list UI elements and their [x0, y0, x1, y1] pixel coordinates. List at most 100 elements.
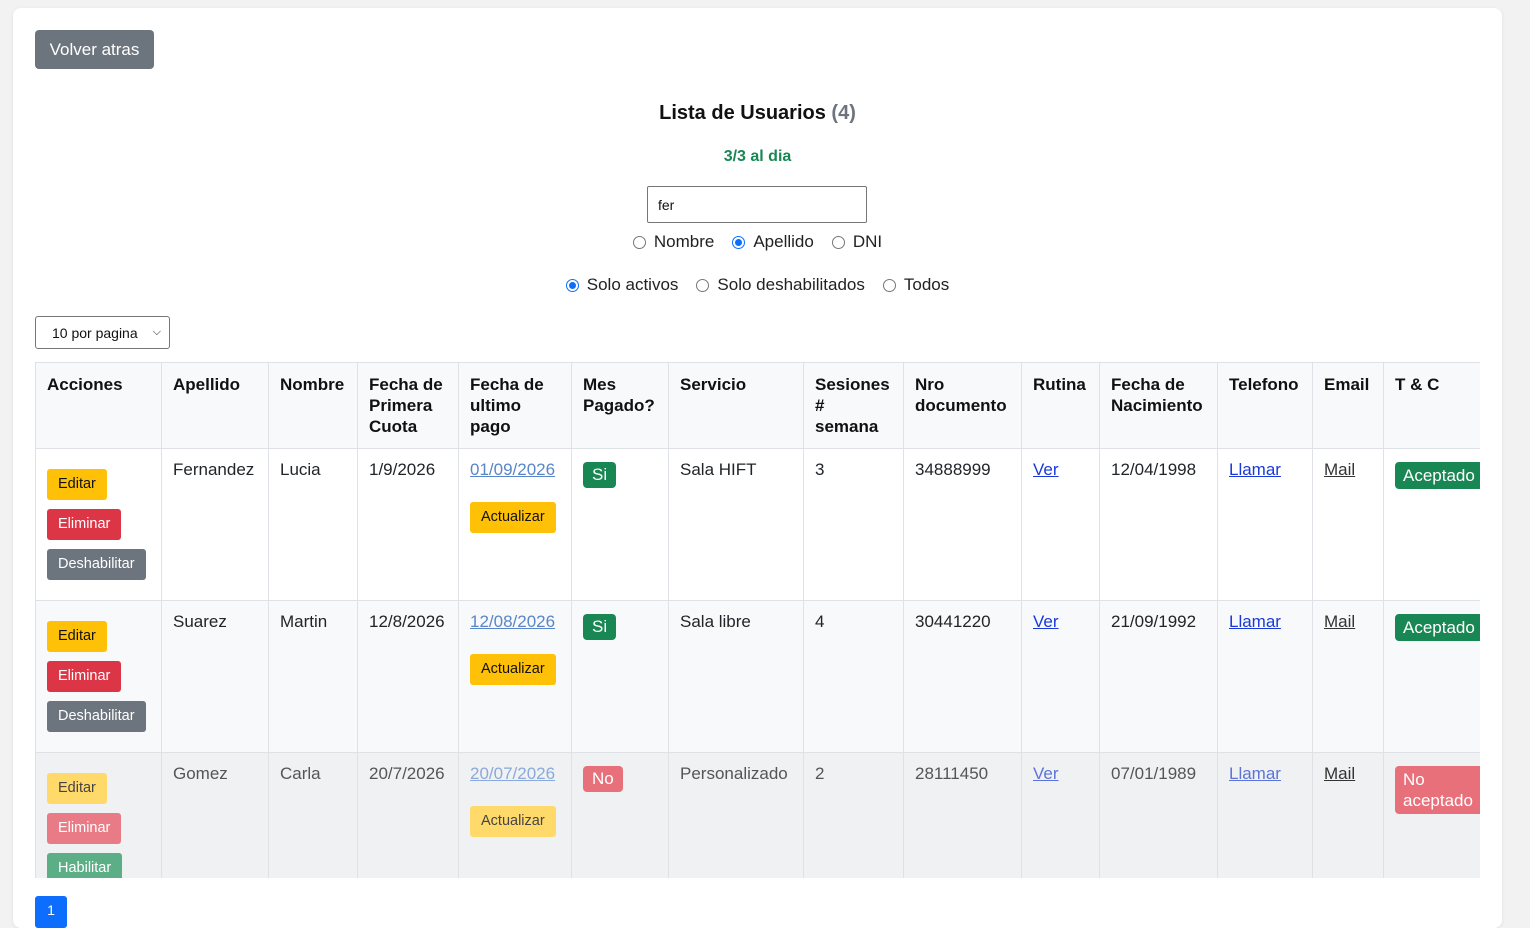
- update-payment-button[interactable]: Actualizar: [470, 502, 556, 533]
- cell-documento: 34888999: [903, 448, 1022, 601]
- radio-apellido[interactable]: [732, 235, 746, 249]
- col-nacimiento: Fecha de Nacimiento: [1099, 362, 1218, 449]
- tc-badge: Aceptado: [1395, 462, 1480, 489]
- filter-solo-activos[interactable]: Solo activos: [565, 275, 679, 295]
- search-by-nombre[interactable]: Nombre: [632, 232, 714, 252]
- call-link[interactable]: Llamar: [1229, 764, 1281, 783]
- table-row: Editar Eliminar Deshabilitar Fernandez L…: [35, 448, 1480, 601]
- cell-nacimiento: 12/04/1998: [1099, 448, 1218, 601]
- users-table: Acciones Apellido Nombre Fecha de Primer…: [35, 362, 1480, 878]
- cell-apellido: Gomez: [161, 752, 269, 878]
- routine-link[interactable]: Ver: [1033, 612, 1059, 631]
- cell-mes-pagado: No: [571, 752, 669, 878]
- mail-link[interactable]: Mail: [1324, 764, 1355, 783]
- search-input[interactable]: [647, 186, 867, 223]
- cell-nombre: Lucia: [268, 448, 358, 601]
- search-by-apellido[interactable]: Apellido: [732, 232, 814, 252]
- table-row: Editar Eliminar Deshabilitar Suarez Mart…: [35, 600, 1480, 753]
- table-header-row: Acciones Apellido Nombre Fecha de Primer…: [35, 362, 1480, 449]
- cell-nacimiento: 07/01/1989: [1099, 752, 1218, 878]
- edit-button[interactable]: Editar: [47, 621, 107, 652]
- update-payment-button[interactable]: Actualizar: [470, 806, 556, 837]
- radio-solo-activos-label: Solo activos: [586, 275, 679, 294]
- pagination-page-1[interactable]: 1: [35, 896, 67, 928]
- actions-cell: Editar Eliminar Habilitar: [35, 752, 162, 878]
- cell-telefono: Llamar: [1217, 752, 1313, 878]
- cell-sesiones: 4: [803, 600, 904, 753]
- cell-ultimo-pago: 12/08/2026 Actualizar: [458, 600, 572, 753]
- cell-rutina: Ver: [1021, 600, 1100, 753]
- cell-tc: Aceptado: [1383, 600, 1480, 753]
- last-payment-link[interactable]: 01/09/2026: [470, 460, 555, 479]
- radio-todos[interactable]: [882, 278, 896, 292]
- col-nombre: Nombre: [268, 362, 358, 449]
- cell-apellido: Suarez: [161, 600, 269, 753]
- status-filter-group: Solo activos Solo deshabilitados Todos: [13, 275, 1502, 295]
- routine-link[interactable]: Ver: [1033, 764, 1059, 783]
- routine-link[interactable]: Ver: [1033, 460, 1059, 479]
- cell-nombre: Martin: [268, 600, 358, 753]
- radio-solo-deshabilitados[interactable]: [696, 278, 710, 292]
- search-by-group: Nombre Apellido DNI: [13, 232, 1502, 252]
- back-button[interactable]: Volver atras: [35, 30, 154, 69]
- cell-servicio: Sala HIFT: [668, 448, 804, 601]
- delete-button[interactable]: Eliminar: [47, 813, 122, 844]
- table-row: Editar Eliminar Habilitar Gomez Carla 20…: [35, 752, 1480, 878]
- filter-solo-deshabilitados[interactable]: Solo deshabilitados: [696, 275, 865, 295]
- delete-button[interactable]: Eliminar: [47, 509, 122, 540]
- call-link[interactable]: Llamar: [1229, 460, 1281, 479]
- cell-primera-cuota: 20/7/2026: [357, 752, 459, 878]
- mail-link[interactable]: Mail: [1324, 460, 1355, 479]
- cell-rutina: Ver: [1021, 448, 1100, 601]
- cell-email: Mail: [1312, 448, 1384, 601]
- disable-button[interactable]: Deshabilitar: [47, 701, 146, 732]
- cell-tc: No aceptado: [1383, 752, 1480, 878]
- mail-link[interactable]: Mail: [1324, 612, 1355, 631]
- radio-dni[interactable]: [831, 235, 845, 249]
- tc-badge: No aceptado: [1395, 766, 1480, 814]
- cell-telefono: Llamar: [1217, 448, 1313, 601]
- cell-rutina: Ver: [1021, 752, 1100, 878]
- last-payment-link[interactable]: 20/07/2026: [470, 764, 555, 783]
- col-sesiones: Sesiones # semana: [803, 362, 904, 449]
- filter-todos[interactable]: Todos: [882, 275, 949, 295]
- cell-tc: Aceptado: [1383, 448, 1480, 601]
- disable-button[interactable]: Deshabilitar: [47, 549, 146, 580]
- actions-cell: Editar Eliminar Deshabilitar: [35, 600, 162, 753]
- radio-nombre[interactable]: [632, 235, 646, 249]
- cell-ultimo-pago: 01/09/2026 Actualizar: [458, 448, 572, 601]
- last-payment-link[interactable]: 12/08/2026: [470, 612, 555, 631]
- col-tc: T & C: [1383, 362, 1480, 449]
- main-card: Volver atras Lista de Usuarios (4) 3/3 a…: [13, 8, 1502, 928]
- col-telefono: Telefono: [1217, 362, 1313, 449]
- edit-button[interactable]: Editar: [47, 773, 107, 804]
- search-by-dni[interactable]: DNI: [831, 232, 882, 252]
- radio-solo-activos[interactable]: [565, 278, 579, 292]
- call-link[interactable]: Llamar: [1229, 612, 1281, 631]
- payment-summary: 3/3 al dia: [723, 148, 792, 165]
- edit-button[interactable]: Editar: [47, 469, 107, 500]
- col-acciones: Acciones: [35, 362, 162, 449]
- cell-email: Mail: [1312, 752, 1384, 878]
- cell-ultimo-pago: 20/07/2026 Actualizar: [458, 752, 572, 878]
- cell-servicio: Sala libre: [668, 600, 804, 753]
- update-payment-button[interactable]: Actualizar: [470, 654, 556, 685]
- page-size-select[interactable]: 10 por pagina ⌵: [35, 316, 170, 349]
- cell-email: Mail: [1312, 600, 1384, 753]
- cell-documento: 30441220: [903, 600, 1022, 753]
- tc-badge: Aceptado: [1395, 614, 1480, 641]
- cell-apellido: Fernandez: [161, 448, 269, 601]
- page-size-value: 10 por pagina: [52, 324, 138, 341]
- enable-button[interactable]: Habilitar: [47, 853, 123, 878]
- col-servicio: Servicio: [668, 362, 804, 449]
- cell-servicio: Personalizado: [668, 752, 804, 878]
- cell-primera-cuota: 12/8/2026: [357, 600, 459, 753]
- cell-primera-cuota: 1/9/2026: [357, 448, 459, 601]
- col-primera-cuota: Fecha de Primera Cuota: [357, 362, 459, 449]
- page-title: Lista de Usuarios (4): [13, 102, 1502, 125]
- delete-button[interactable]: Eliminar: [47, 661, 122, 692]
- col-email: Email: [1312, 362, 1384, 449]
- paid-badge: Si: [583, 614, 617, 640]
- cell-mes-pagado: Si: [571, 448, 669, 601]
- users-table-container[interactable]: Acciones Apellido Nombre Fecha de Primer…: [35, 362, 1480, 878]
